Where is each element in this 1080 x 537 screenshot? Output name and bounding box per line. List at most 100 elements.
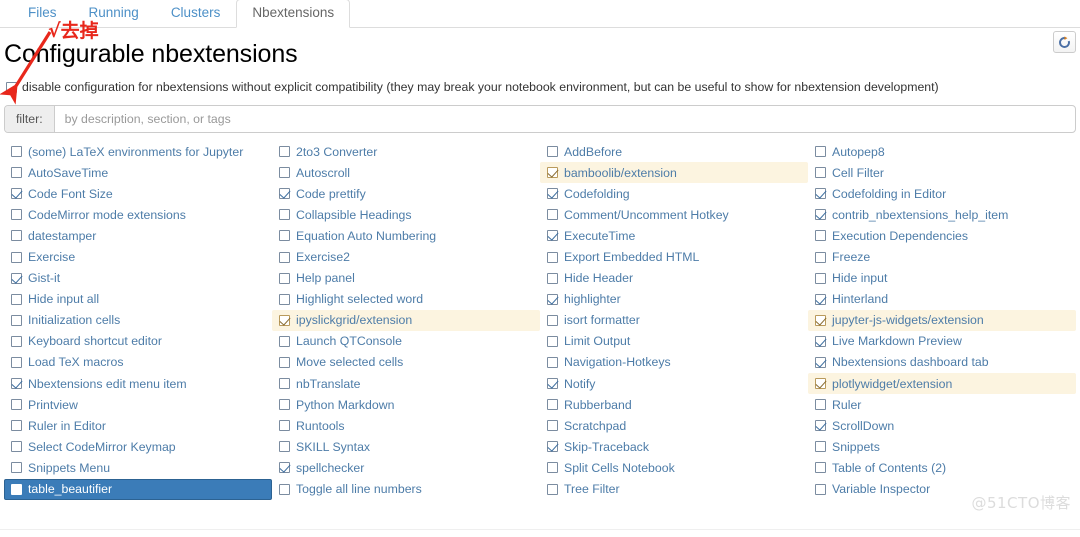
extension-checkbox[interactable] [815,483,826,495]
disable-config-row[interactable]: disable configuration for nbextensions w… [0,68,1080,94]
extension-checkbox[interactable] [815,441,826,453]
extension-checkbox[interactable] [11,209,22,221]
extension-checkbox[interactable] [815,314,826,326]
extension-item[interactable]: Python Markdown [272,394,540,415]
extension-checkbox[interactable] [279,314,290,326]
extension-item[interactable]: Snippets Menu [4,457,272,478]
extension-checkbox[interactable] [11,272,22,284]
extension-item[interactable]: Table of Contents (2) [808,457,1076,478]
extension-checkbox[interactable] [11,188,22,200]
extension-item[interactable]: Cell Filter [808,162,1076,183]
tab-files[interactable]: Files [12,0,73,28]
extension-checkbox[interactable] [547,335,558,347]
extension-item[interactable]: Gist-it [4,268,272,289]
extension-item[interactable]: Code Font Size [4,183,272,204]
extension-item[interactable]: nbTranslate [272,373,540,394]
extension-checkbox[interactable] [279,209,290,221]
extension-checkbox[interactable] [815,356,826,368]
extension-item[interactable]: Live Markdown Preview [808,331,1076,352]
extension-item[interactable]: Skip-Traceback [540,436,808,457]
extension-checkbox[interactable] [815,399,826,411]
extension-item[interactable]: Printview [4,394,272,415]
extension-item[interactable]: CodeMirror mode extensions [4,204,272,225]
extension-checkbox[interactable] [279,462,290,474]
extension-item[interactable]: Hide input [808,268,1076,289]
extension-item[interactable]: Execution Dependencies [808,225,1076,246]
extension-item[interactable]: Codefolding [540,183,808,204]
extension-item[interactable]: spellchecker [272,457,540,478]
extension-checkbox[interactable] [11,167,22,179]
extension-item[interactable]: Nbextensions dashboard tab [808,352,1076,373]
extension-checkbox[interactable] [279,378,290,390]
tab-clusters[interactable]: Clusters [155,0,237,28]
extension-item[interactable]: Select CodeMirror Keymap [4,436,272,457]
extension-item[interactable]: Hide Header [540,268,808,289]
extension-item[interactable]: Snippets [808,436,1076,457]
extension-item[interactable]: Autopep8 [808,141,1076,162]
extension-checkbox[interactable] [815,335,826,347]
extension-checkbox[interactable] [279,483,290,495]
extension-item[interactable]: SKILL Syntax [272,436,540,457]
extension-item[interactable]: Split Cells Notebook [540,457,808,478]
extension-item[interactable]: Move selected cells [272,352,540,373]
extension-item[interactable]: Nbextensions edit menu item [4,373,272,394]
extension-item[interactable]: Ruler [808,394,1076,415]
extension-item[interactable]: bamboolib/extension [540,162,808,184]
extension-item[interactable]: AddBefore [540,141,808,162]
extension-checkbox[interactable] [279,356,290,368]
extension-checkbox[interactable] [815,146,826,158]
extension-checkbox[interactable] [11,251,22,263]
extension-item[interactable]: ScrollDown [808,415,1076,436]
extension-item[interactable]: jupyter-js-widgets/extension [808,309,1076,331]
extension-item[interactable]: datestamper [4,225,272,246]
extension-item[interactable]: Exercise2 [272,246,540,267]
extension-item[interactable]: Launch QTConsole [272,331,540,352]
extension-checkbox[interactable] [279,188,290,200]
extension-item[interactable]: ipyslickgrid/extension [272,309,540,331]
disable-config-checkbox[interactable] [6,81,17,93]
extension-checkbox[interactable] [815,293,826,305]
refresh-button[interactable] [1053,31,1076,53]
extension-item[interactable]: Limit Output [540,331,808,352]
extension-item[interactable]: Highlight selected word [272,289,540,310]
extension-checkbox[interactable] [547,146,558,158]
extension-checkbox[interactable] [279,167,290,179]
extension-item[interactable]: Ruler in Editor [4,415,272,436]
extension-checkbox[interactable] [547,314,558,326]
extension-item[interactable]: Toggle all line numbers [272,479,540,500]
extension-item[interactable]: Help panel [272,268,540,289]
extension-item[interactable]: 2to3 Converter [272,141,540,162]
extension-item[interactable]: Freeze [808,246,1076,267]
extension-item[interactable]: Code prettify [272,183,540,204]
extension-item[interactable]: Initialization cells [4,310,272,331]
extension-checkbox[interactable] [11,441,22,453]
extension-item[interactable]: Hinterland [808,289,1076,310]
extension-item[interactable]: Hide input all [4,289,272,310]
extension-checkbox[interactable] [547,420,558,432]
extension-item[interactable]: contrib_nbextensions_help_item [808,204,1076,225]
extension-item[interactable]: Runtools [272,415,540,436]
extension-checkbox[interactable] [279,146,290,158]
bottom-scrollbar[interactable] [0,529,1080,537]
filter-input[interactable] [54,106,1075,132]
extension-checkbox[interactable] [11,378,22,390]
extension-checkbox[interactable] [11,420,22,432]
extension-item[interactable]: Autoscroll [272,162,540,183]
extension-checkbox[interactable] [815,209,826,221]
extension-checkbox[interactable] [11,356,22,368]
extension-item[interactable]: Tree Filter [540,479,808,500]
extension-item[interactable]: Keyboard shortcut editor [4,331,272,352]
extension-checkbox[interactable] [547,293,558,305]
extension-checkbox[interactable] [547,167,558,179]
extension-checkbox[interactable] [11,146,22,158]
extension-checkbox[interactable] [11,293,22,305]
extension-checkbox[interactable] [547,462,558,474]
extension-checkbox[interactable] [279,251,290,263]
extension-item[interactable]: Comment/Uncomment Hotkey [540,204,808,225]
extension-checkbox[interactable] [279,335,290,347]
extension-checkbox[interactable] [815,167,826,179]
tab-running[interactable]: Running [73,0,155,28]
extension-checkbox[interactable] [547,230,558,242]
extension-item[interactable]: highlighter [540,289,808,310]
extension-item[interactable]: Export Embedded HTML [540,246,808,267]
